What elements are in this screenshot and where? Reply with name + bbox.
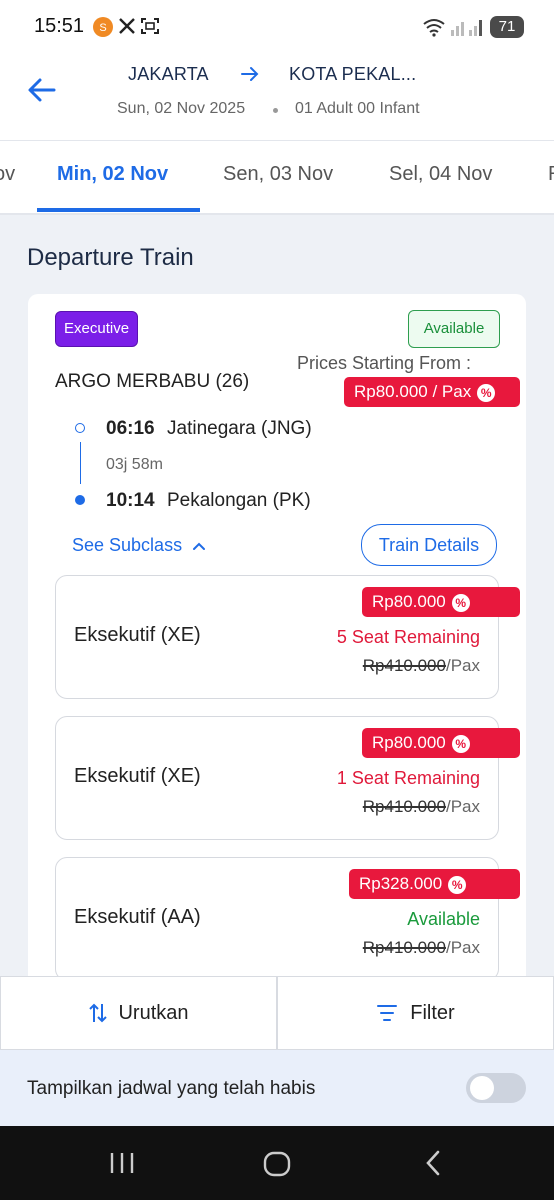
search-header: JAKARTA KOTA PEKAL... Sun, 02 Nov 2025 0…: [0, 56, 554, 141]
chevron-up-icon: [192, 541, 206, 551]
price-unit: /Pax: [445, 938, 480, 957]
tab-date[interactable]: Sen, 03 Nov: [223, 163, 333, 186]
starting-price: Rp80.000 / Pax: [354, 382, 472, 401]
home-icon[interactable]: [263, 1151, 291, 1182]
train-details-label: Train Details: [378, 535, 480, 555]
show-soldout-label: Tampilkan jadwal yang telah habis: [27, 1078, 316, 1099]
tab-next-date[interactable]: R: [548, 163, 554, 186]
show-soldout-toggle[interactable]: [466, 1073, 526, 1103]
travel-duration: 03j 58m: [106, 456, 163, 473]
availability-badge: Available: [408, 310, 500, 348]
travel-date: Sun, 02 Nov 2025: [117, 100, 246, 117]
tab-previous-date[interactable]: ov: [0, 163, 15, 186]
subclass-name: Eksekutif (AA): [74, 906, 201, 928]
starting-price-tag: Rp80.000 / Pax%: [344, 377, 520, 407]
subclass-name: Eksekutif (XE): [74, 765, 201, 787]
seat-status: 5 Seat Remaining: [336, 627, 480, 647]
arrival-time: 10:14: [106, 490, 155, 511]
see-subclass-toggle[interactable]: See Subclass: [72, 535, 206, 556]
back-nav-icon[interactable]: [424, 1150, 442, 1181]
tab-date[interactable]: Sel, 04 Nov: [389, 163, 492, 186]
wifi-icon: [422, 16, 445, 38]
signal-icon: [450, 16, 482, 38]
departure-station: Jatinegara (JNG): [167, 418, 312, 439]
destination-city: KOTA PEKAL...: [289, 64, 417, 84]
sort-label: Urutkan: [118, 1001, 189, 1024]
subclass-price-tag: Rp80.000%: [362, 587, 520, 617]
show-soldout-row: Tampilkan jadwal yang telah habis: [0, 1050, 554, 1126]
svg-text:S: S: [99, 22, 106, 34]
passenger-count: 01 Adult 00 Infant: [295, 100, 420, 117]
subclass-name: Eksekutif (XE): [74, 624, 201, 646]
active-tab-indicator: [37, 208, 200, 212]
original-price-row: Rp410.000/Pax: [363, 656, 480, 676]
sort-icon: [88, 1002, 108, 1024]
origin-city: JAKARTA: [128, 64, 209, 84]
section-title: Departure Train: [27, 244, 194, 271]
filter-button[interactable]: Filter: [277, 976, 554, 1050]
seat-status: 1 Seat Remaining: [336, 768, 480, 788]
x-app-icon: [117, 16, 139, 38]
departure-dot: [75, 423, 85, 433]
timeline-line: [79, 442, 81, 484]
status-time: 15:51: [34, 15, 85, 37]
class-badge: Executive: [55, 311, 139, 347]
date-tabs: ov Min, 02 Nov Sen, 03 Nov Sel, 04 Nov R: [0, 141, 554, 215]
recent-apps-icon[interactable]: [109, 1151, 135, 1180]
original-price: Rp410.000: [362, 938, 446, 957]
discount-icon: %: [477, 383, 496, 402]
subclass-price: Rp80.000: [372, 733, 446, 752]
prices-label: Prices Starting From :: [297, 353, 472, 373]
status-bar: 15:51 S 71: [0, 0, 554, 56]
subclass-price: Rp80.000: [372, 592, 446, 611]
original-price-row: Rp410.000/Pax: [363, 797, 480, 817]
see-subclass-label: See Subclass: [72, 535, 183, 555]
battery-indicator: 71: [490, 16, 524, 38]
discount-icon: %: [448, 875, 467, 894]
app-notification-icon: S: [92, 16, 114, 38]
original-price-row: Rp410.000/Pax: [363, 938, 480, 958]
departure-time: 06:16: [106, 418, 155, 439]
subclass-price-tag: Rp80.000%: [362, 728, 520, 758]
separator-dot: [273, 108, 278, 113]
train-name: ARGO MERBABU (26): [55, 371, 250, 392]
original-price: Rp410.000: [362, 797, 446, 816]
price-unit: /Pax: [445, 656, 480, 675]
filter-icon: [376, 1003, 398, 1023]
arrival-station: Pekalongan (PK): [167, 490, 311, 511]
seat-status: Available: [407, 909, 480, 929]
sort-button[interactable]: Urutkan: [0, 976, 277, 1050]
system-nav-bar: [0, 1126, 554, 1200]
subclass-price-tag: Rp328.000%: [349, 869, 520, 899]
subclass-price: Rp328.000: [359, 874, 443, 893]
back-arrow-icon[interactable]: [27, 76, 57, 109]
original-price: Rp410.000: [362, 656, 446, 675]
toggle-knob: [470, 1076, 494, 1100]
discount-icon: %: [451, 593, 470, 612]
tab-selected-date[interactable]: Min, 02 Nov: [57, 163, 168, 186]
discount-icon: %: [451, 734, 470, 753]
price-unit: /Pax: [445, 797, 480, 816]
filter-label: Filter: [410, 1001, 455, 1024]
route-arrow-icon: [240, 65, 260, 88]
train-details-button[interactable]: Train Details: [361, 524, 497, 566]
arrival-dot: [75, 495, 85, 505]
screenshot-icon: [140, 16, 162, 38]
